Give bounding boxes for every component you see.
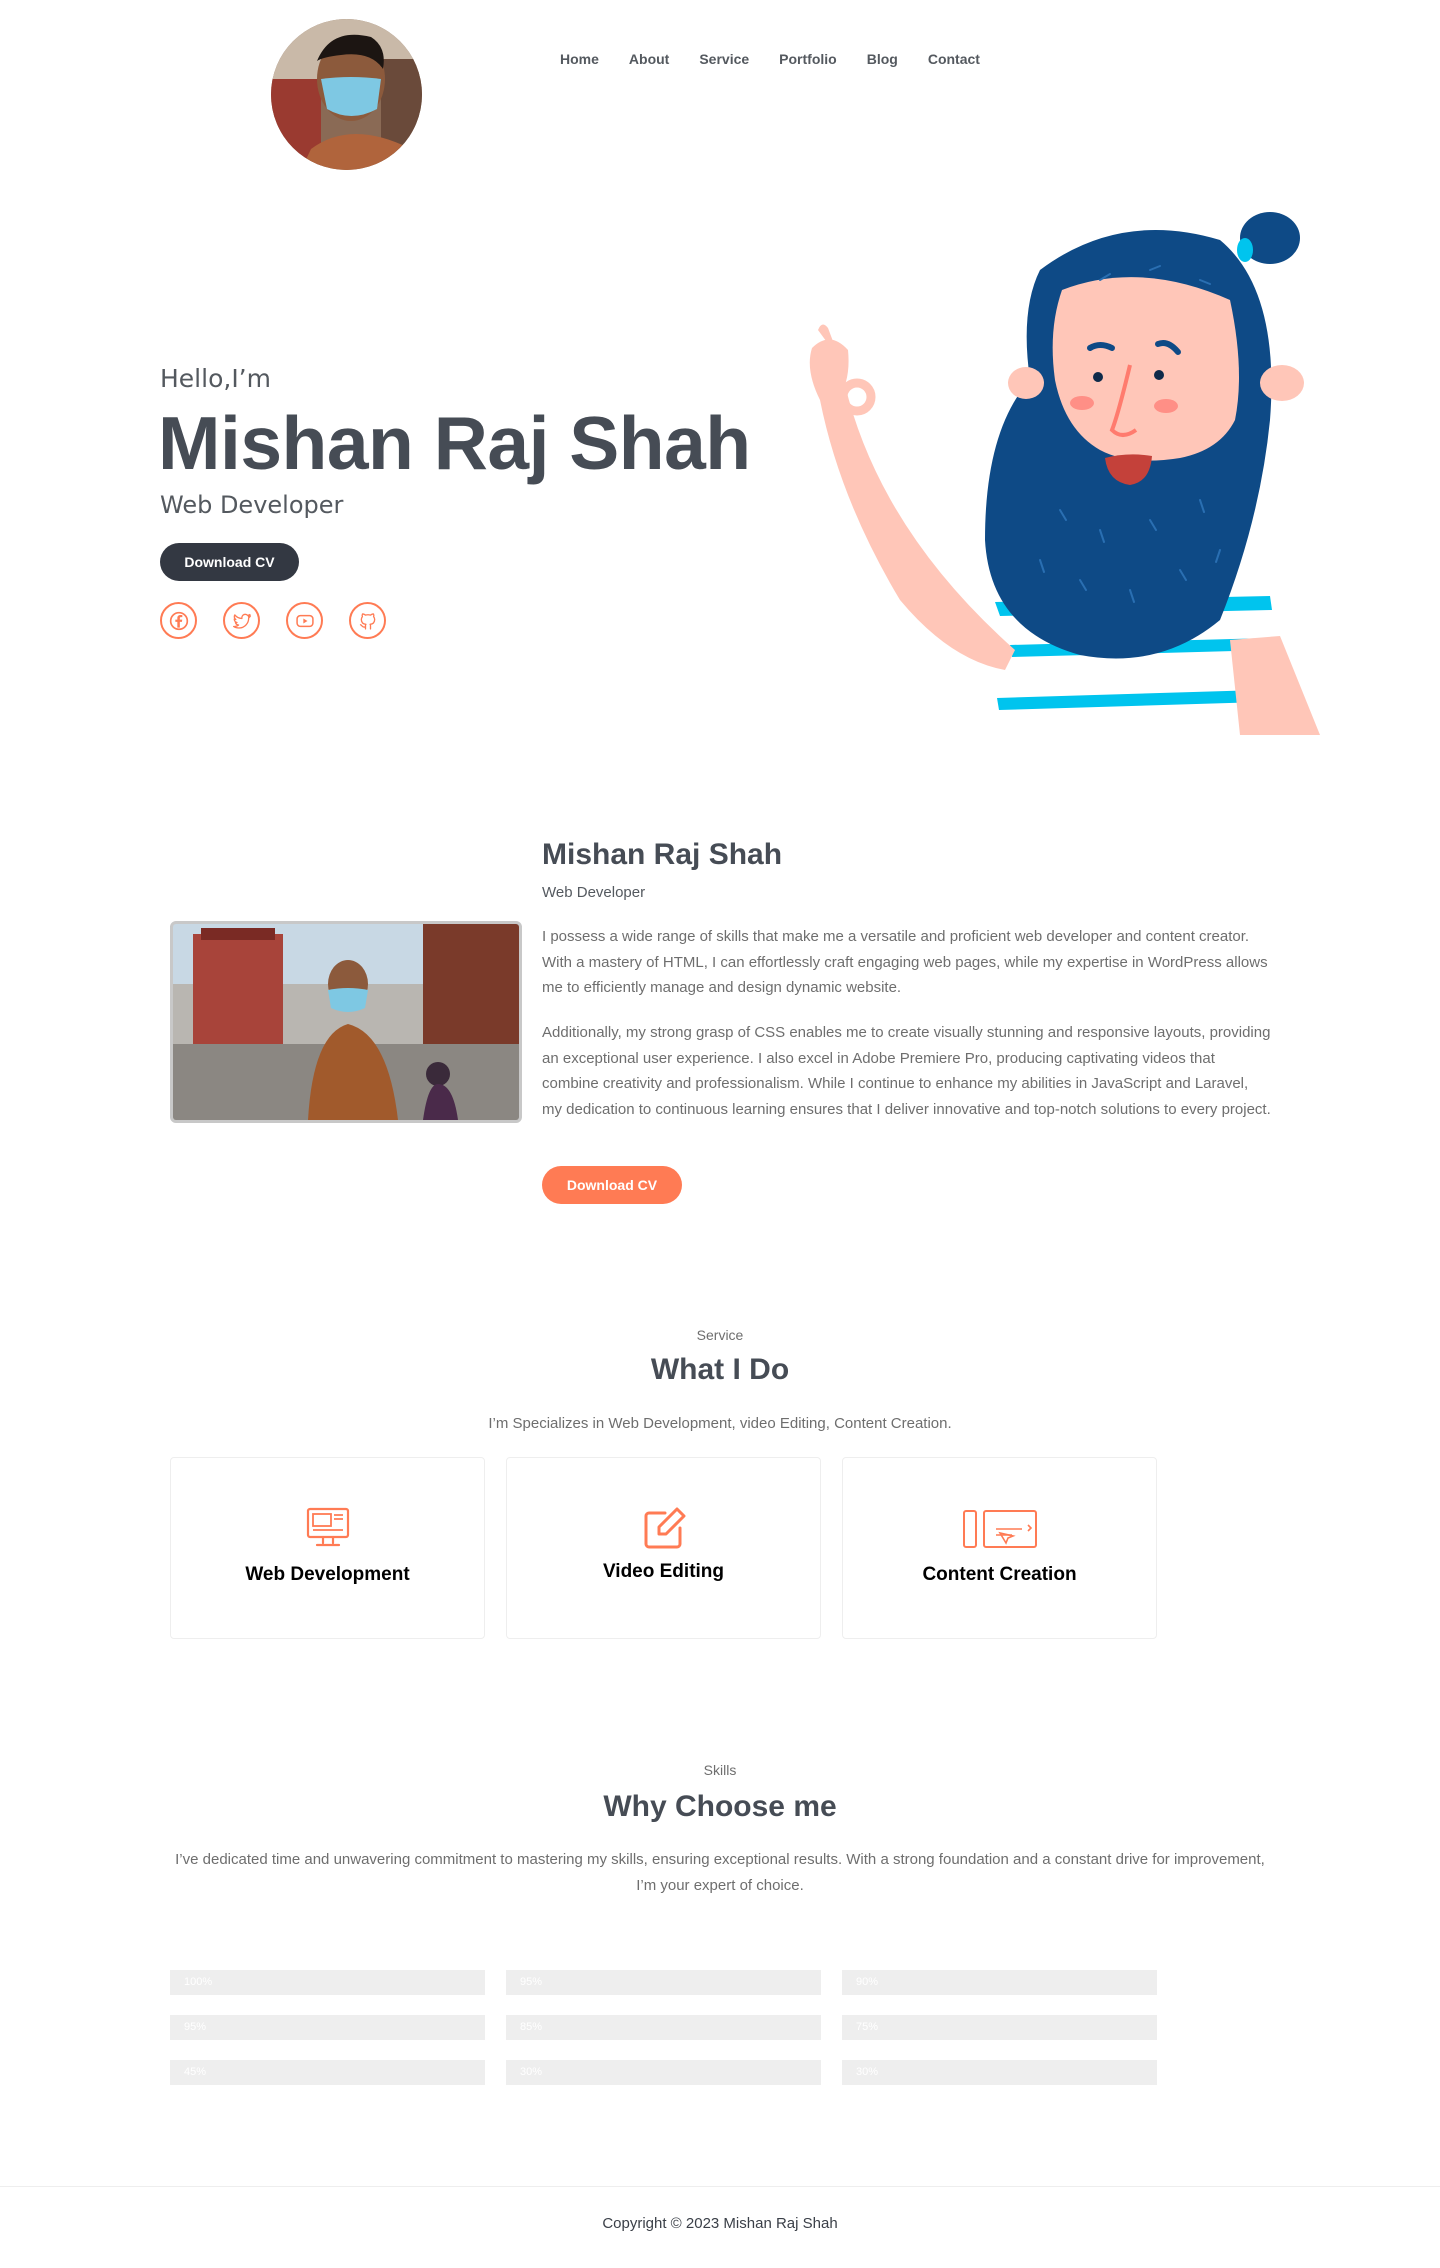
skill-bar-fill [170, 2015, 470, 2040]
monitor-icon [303, 1505, 353, 1551]
skill-bar: 30% [842, 2060, 1157, 2085]
services-title: What I Do [650, 1353, 790, 1386]
skill-bar-label: 95% [520, 1976, 543, 1988]
skill-bar-label: 30% [520, 2066, 543, 2078]
nav-about[interactable]: About [614, 48, 684, 70]
skill-bar: 45% [170, 2060, 485, 2085]
skill-bar-label: 45% [184, 2066, 207, 2078]
skills-kicker: Skills [703, 1762, 737, 1778]
hero-illustration [800, 200, 1340, 740]
presentation-icon [962, 1505, 1038, 1551]
nav-home[interactable]: Home [545, 48, 614, 70]
service-card-title: Video Editing [602, 1561, 725, 1582]
skill-bar-fill [506, 2015, 774, 2040]
skill-bar-label: 100% [184, 1976, 213, 1988]
github-icon[interactable] [349, 602, 386, 639]
about-download-cv-button[interactable]: Download CV [542, 1166, 682, 1204]
skill-bar: 90% [842, 1970, 1157, 1995]
skill-bar: 100% [170, 1970, 485, 1995]
site-header: Home About Service Portfolio Blog Contac… [0, 0, 1440, 180]
twitter-icon[interactable] [223, 602, 260, 639]
skills-bars: 100% 95% 90% 95% 85% 75% 45% 30% 30% [170, 1970, 1157, 2085]
skill-bar-fill [506, 1970, 806, 1995]
skill-bar: 30% [506, 2060, 821, 2085]
about-paragraph-2: Additionally, my strong grasp of CSS ena… [542, 1024, 1271, 1118]
edit-icon [639, 1505, 689, 1551]
footer-divider [0, 2186, 1440, 2187]
footer-copyright: Copyright © 2023 Mishan Raj Shah [602, 2215, 838, 2232]
nav-contact[interactable]: Contact [913, 48, 995, 70]
skill-bar-label: 75% [856, 2021, 879, 2033]
main-nav: Home About Service Portfolio Blog Contac… [545, 48, 995, 70]
service-card-web-development[interactable]: Web Development [170, 1457, 485, 1639]
about-role: Web Developer [542, 884, 646, 901]
skill-bar: 85% [506, 2015, 821, 2040]
about-photo [170, 921, 522, 1123]
skill-bar-label: 95% [184, 2021, 207, 2033]
youtube-icon[interactable] [286, 602, 323, 639]
skill-bar-fill [170, 1970, 485, 1995]
hero-download-cv-button[interactable]: Download CV [160, 543, 299, 581]
skill-bar-label: 90% [856, 1976, 879, 1988]
service-card-title: Content Creation [922, 1564, 1077, 1585]
skill-bar: 75% [842, 2015, 1157, 2040]
services-description: I’m Specializes in Web Development, vide… [488, 1415, 952, 1432]
nav-portfolio[interactable]: Portfolio [764, 48, 852, 70]
services-cards: Web Development Video Editing Content Cr… [170, 1457, 1157, 1639]
skills-title: Why Choose me [603, 1790, 837, 1823]
about-name: Mishan Raj Shah [542, 838, 783, 871]
nav-blog[interactable]: Blog [852, 48, 913, 70]
service-card-video-editing[interactable]: Video Editing [506, 1457, 821, 1639]
skill-bar-label: 30% [856, 2066, 879, 2078]
facebook-icon[interactable] [160, 602, 197, 639]
service-card-title: Web Development [245, 1564, 410, 1585]
about-paragraph-1: I possess a wide range of skills that ma… [542, 928, 1268, 996]
skill-bar: 95% [506, 1970, 821, 1995]
skill-bar: 95% [170, 2015, 485, 2040]
hero-name: Mishan Raj Shah [158, 401, 751, 485]
service-card-content-creation[interactable]: Content Creation [842, 1457, 1157, 1639]
skills-description: I’ve dedicated time and unwavering commi… [175, 1851, 1265, 1894]
nav-service[interactable]: Service [684, 48, 764, 70]
avatar[interactable] [271, 19, 422, 170]
skill-bar-fill [842, 1970, 1126, 1995]
skill-bar-label: 85% [520, 2021, 543, 2033]
social-links [160, 602, 386, 639]
hero-greeting: Hello,I’m [160, 364, 271, 393]
services-kicker: Service [696, 1327, 744, 1343]
hero-role: Web Developer [160, 491, 344, 519]
